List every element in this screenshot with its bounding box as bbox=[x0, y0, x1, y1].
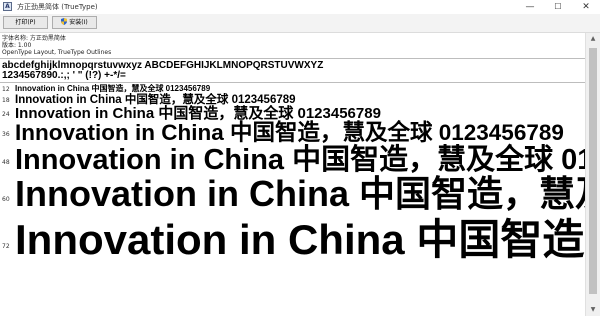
maximize-button[interactable]: ☐ bbox=[544, 0, 572, 14]
install-button[interactable]: 安装(I) bbox=[52, 16, 97, 29]
sample-text: Innovation in China 中国智造，慧及全球 0123456789 bbox=[15, 216, 585, 263]
print-button-label: 打印(P) bbox=[15, 19, 36, 26]
sample-size-label: 36 bbox=[2, 131, 10, 138]
sample-size-label: 24 bbox=[2, 111, 10, 118]
sample-size-label: 18 bbox=[2, 97, 10, 104]
sample-text: Innovation in China 中国智造，慧及全球 0123456789 bbox=[15, 174, 585, 214]
print-button[interactable]: 打印(P) bbox=[3, 16, 48, 29]
sample-text: Innovation in China 中国智造，慧及全球 0123456789 bbox=[15, 144, 585, 176]
sample-size-label: 60 bbox=[2, 196, 10, 203]
font-version-line: 版本: 1.00 bbox=[2, 42, 32, 49]
sample-row: 36 Innovation in China 中国智造，慧及全球 0123456… bbox=[0, 119, 585, 146]
scroll-up-arrow-icon[interactable]: ▲ bbox=[586, 33, 600, 45]
font-outline-line: OpenType Layout, TrueType Outlines bbox=[2, 49, 112, 56]
sample-row: 72 Innovation in China 中国智造，慧及全球 0123456… bbox=[0, 215, 585, 265]
vertical-scrollbar[interactable]: ▲ ▼ bbox=[585, 33, 600, 316]
sample-row: 60 Innovation in China 中国智造，慧及全球 0123456… bbox=[0, 174, 585, 214]
sample-size-label: 72 bbox=[2, 243, 10, 250]
sample-row: 48 Innovation in China 中国智造，慧及全球 0123456… bbox=[0, 143, 585, 177]
font-name-line: 字体名称: 方正劲黑简体 bbox=[2, 35, 66, 42]
window-title: 方正劲黑简体 (TrueType) bbox=[17, 3, 98, 11]
sample-size-label: 12 bbox=[2, 86, 10, 93]
title-bar: A 方正劲黑简体 (TrueType) — ☐ ✕ bbox=[0, 0, 600, 15]
scroll-down-arrow-icon[interactable]: ▼ bbox=[586, 304, 600, 316]
sample-size-label: 48 bbox=[2, 159, 10, 166]
font-file-icon: A bbox=[3, 2, 12, 11]
uac-shield-icon bbox=[61, 18, 68, 25]
close-button[interactable]: ✕ bbox=[572, 0, 600, 14]
charset-digits-symbols: 1234567890.:,; ' " (!?) +-*/= bbox=[2, 70, 126, 81]
toolbar: 打印(P) 安装(I) bbox=[0, 14, 600, 33]
install-button-label: 安装(I) bbox=[69, 19, 88, 26]
divider bbox=[0, 58, 600, 59]
minimize-button[interactable]: — bbox=[516, 0, 544, 14]
sample-text: Innovation in China 中国智造，慧及全球 0123456789 bbox=[15, 120, 564, 145]
divider bbox=[0, 82, 600, 83]
scrollbar-thumb[interactable] bbox=[589, 48, 597, 294]
